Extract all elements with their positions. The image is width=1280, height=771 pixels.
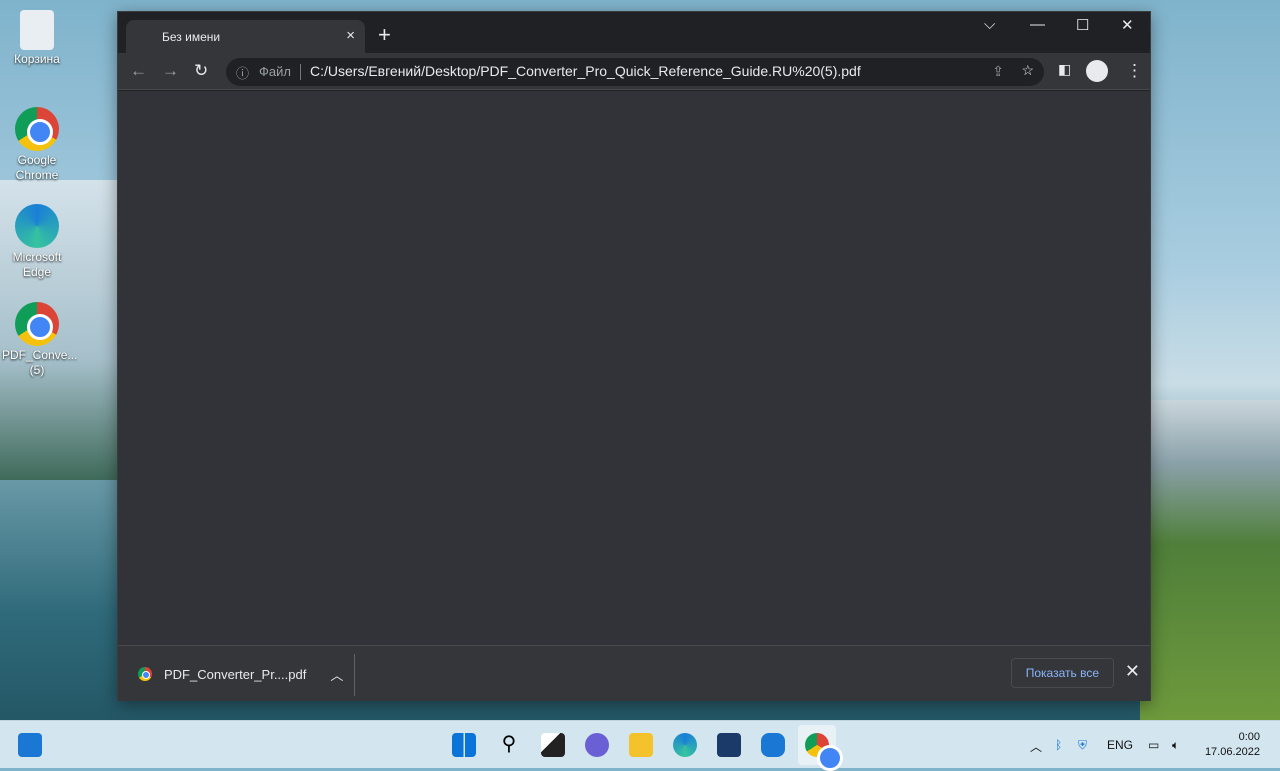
reload-icon[interactable]: ↻ (194, 61, 208, 81)
file-explorer-icon[interactable] (629, 733, 653, 757)
desktop-icon-pdf[interactable]: PDF_Conve... (5) (2, 302, 77, 378)
page-content (118, 91, 1150, 645)
side-panel-icon[interactable]: ◧ (1058, 61, 1071, 78)
chrome-icon (138, 667, 152, 681)
network-icon[interactable]: ▭ (1148, 738, 1159, 752)
maximize-button[interactable]: ☐ (1076, 16, 1089, 34)
wallpaper-right (1140, 400, 1280, 720)
chevron-up-icon[interactable]: ︿ (1030, 738, 1042, 755)
minimize-button[interactable]: — (1030, 16, 1045, 33)
browser-window: Без имени × + ⌵ — ☐ ✕ ← → ↻ ⓘ Файл C:/Use… (117, 11, 1151, 701)
search-icon[interactable]: ⚲ (497, 733, 521, 757)
show-all-button[interactable]: Показать все (1010, 658, 1114, 688)
forward-icon[interactable]: → (162, 61, 179, 81)
download-item[interactable]: PDF_Converter_Pr....pdf ︿ (138, 660, 343, 688)
close-window-button[interactable]: ✕ (1121, 16, 1134, 34)
new-tab-button[interactable]: + (378, 22, 391, 48)
task-view-icon[interactable] (541, 733, 565, 757)
recycle-bin-icon (20, 10, 54, 50)
profile-avatar[interactable] (1086, 60, 1108, 82)
url-text[interactable]: C:/Users/Евгений/Desktop/PDF_Converter_P… (310, 63, 861, 79)
clock[interactable]: 0:00 17.06.2022 (1205, 730, 1260, 760)
language-indicator[interactable]: ENG (1107, 738, 1133, 752)
security-icon[interactable]: ⛨ (1078, 738, 1087, 753)
chrome-icon (15, 107, 59, 151)
bookmark-star-icon[interactable]: ☆ (1021, 62, 1034, 79)
info-icon[interactable]: ⓘ (236, 63, 249, 82)
back-icon[interactable]: ← (130, 61, 147, 81)
chrome-icon (805, 733, 843, 771)
chevron-up-icon[interactable]: ︿ (330, 665, 343, 684)
start-icon[interactable] (452, 733, 476, 757)
address-bar[interactable]: ⓘ Файл C:/Users/Евгений/Desktop/PDF_Conv… (226, 58, 1044, 86)
app-icon[interactable] (761, 733, 785, 757)
desktop-icon-recycle-bin[interactable]: Корзина (2, 10, 72, 67)
download-bar: PDF_Converter_Pr....pdf ︿ Показать все ✕ (118, 645, 1150, 701)
chrome-icon (15, 302, 59, 346)
widgets-icon[interactable] (18, 733, 42, 757)
tab-active[interactable]: Без имени × (126, 20, 365, 54)
chat-icon[interactable] (585, 733, 609, 757)
edge-icon (15, 204, 59, 248)
divider (354, 654, 355, 696)
taskbar: ⚲ ︿ ᛒ ⛨ ENG ▭ 🔈︎ 0:00 17.06.2022 (0, 720, 1280, 771)
toolbar: ← → ↻ ⓘ Файл C:/Users/Евгений/Desktop/PD… (118, 53, 1150, 90)
close-download-bar-button[interactable]: ✕ (1125, 661, 1140, 682)
bluetooth-icon[interactable]: ᛒ (1055, 738, 1062, 752)
divider (300, 64, 301, 80)
volume-icon[interactable]: 🔈︎ (1172, 738, 1179, 753)
taskbar-chrome-active[interactable] (798, 725, 843, 771)
desktop-icon-edge[interactable]: Microsoft Edge (2, 204, 72, 280)
menu-icon[interactable]: ⋮ (1126, 61, 1143, 81)
share-icon[interactable]: ⇪ (992, 63, 1004, 80)
desktop-icon-chrome[interactable]: Google Chrome (2, 107, 72, 183)
edge-icon[interactable] (673, 733, 697, 757)
store-icon[interactable] (717, 733, 741, 757)
close-tab-button[interactable]: × (346, 27, 355, 44)
tab-search-button[interactable]: ⌵ (984, 16, 995, 33)
